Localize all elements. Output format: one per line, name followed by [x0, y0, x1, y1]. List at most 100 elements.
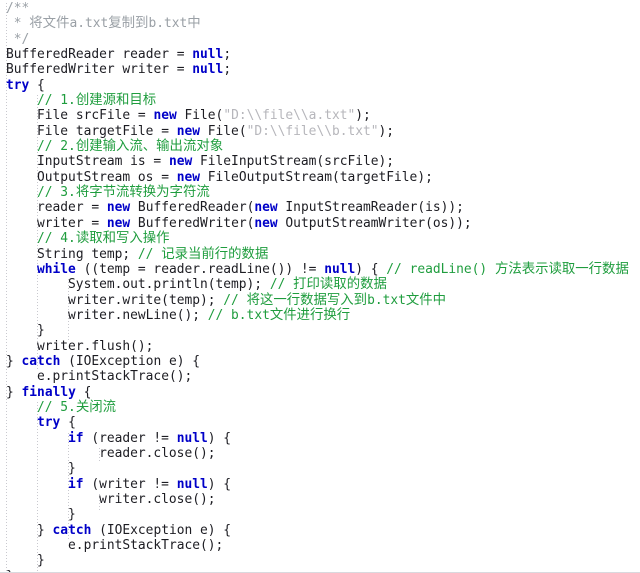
code-token-plain: {	[29, 77, 45, 93]
code-token-plain: ) {	[355, 261, 387, 277]
code-token-cmt: 关闭流	[75, 399, 116, 415]
code-line[interactable]: }	[0, 507, 640, 522]
code-line[interactable]: writer.newLine(); // b.txt文件进行换行	[0, 308, 640, 323]
code-token-cmt: // readLine()	[386, 261, 495, 277]
code-viewer[interactable]: /** * 将文件a.txt复制到b.txt中 */BufferedReader…	[0, 0, 640, 573]
code-token-plain: OutputStreamWriter(os));	[277, 215, 472, 231]
code-line[interactable]: /**	[0, 1, 640, 16]
code-token-plain: }	[68, 507, 76, 523]
code-line[interactable]: System.out.println(temp); // 打印读取的数据	[0, 277, 640, 292]
code-token-cmt: 打印读取的数据	[293, 277, 387, 293]
code-token-plain: }	[6, 384, 22, 400]
code-line[interactable]: } catch (IOException e) {	[0, 523, 640, 538]
code-token-plain: }	[37, 522, 53, 538]
code-token-cmt: //	[223, 292, 247, 308]
code-line[interactable]: * 将文件a.txt复制到b.txt中	[0, 16, 640, 31]
code-token-plain: }	[68, 461, 76, 477]
code-token-plain: (writer !=	[83, 476, 177, 492]
code-line[interactable]: if (reader != null) {	[0, 431, 640, 446]
code-token-plain: ) {	[207, 430, 232, 446]
code-token-plain: InputStream is =	[37, 154, 169, 170]
code-token-plain: ;	[223, 62, 232, 78]
code-token-plain: }	[37, 323, 45, 339]
code-token-cmt: // 1.	[37, 93, 76, 109]
code-token-cmt: // 3.	[37, 185, 76, 201]
code-line[interactable]: }	[0, 553, 640, 568]
code-line[interactable]: writer = new BufferedWriter(new OutputSt…	[0, 216, 640, 231]
code-token-kw: null	[192, 47, 224, 63]
code-line[interactable]: String temp; // 记录当前行的数据	[0, 247, 640, 262]
code-line[interactable]: // 4.读取和写入操作	[0, 231, 640, 246]
code-line[interactable]: File targetFile = new File("D:\\file\\b.…	[0, 124, 640, 139]
code-token-plain: ) {	[207, 476, 232, 492]
code-token-plain: ((temp = reader.readLine()) !=	[75, 261, 325, 277]
code-token-cmt: 记录当前行的数据	[161, 246, 269, 262]
code-token-plain: System.out.println(temp);	[68, 277, 270, 293]
code-token-kw: null	[176, 476, 208, 492]
code-line[interactable]: File srcFile = new File("D:\\file\\a.txt…	[0, 108, 640, 123]
code-line[interactable]: } catch (IOException e) {	[0, 354, 640, 369]
code-token-kw: new	[254, 200, 278, 216]
code-token-plain: InputStreamReader(is));	[277, 200, 464, 216]
code-token-kw: new	[168, 154, 193, 170]
code-token-kw: null	[192, 62, 224, 78]
code-line-list[interactable]: /** * 将文件a.txt复制到b.txt中 */BufferedReader…	[0, 0, 640, 572]
code-line[interactable]: writer.close();	[0, 492, 640, 507]
code-line[interactable]: writer.write(temp); // 将这一行数据写入到b.txt文件中	[0, 293, 640, 308]
code-line[interactable]: try {	[0, 78, 640, 93]
code-token-plain: (IOException e) {	[91, 522, 232, 538]
code-line[interactable]: InputStream is = new FileInputStream(src…	[0, 154, 640, 169]
code-line[interactable]: BufferedWriter writer = null;	[0, 62, 640, 77]
code-token-cmt: 创建输入流、输出流对象	[75, 139, 224, 155]
code-token-cmt-doc: */	[6, 31, 30, 47]
code-token-cmt: 将字节流转换为字符流	[75, 185, 210, 201]
code-line[interactable]: e.printStackTrace();	[0, 538, 640, 553]
code-token-cmt: 文件进行换行	[269, 307, 351, 323]
code-token-cmt-doc: 复制到	[108, 16, 149, 32]
code-line[interactable]: // 5.关闭流	[0, 400, 640, 415]
code-token-plain: FileOutputStream(targetFile);	[200, 169, 433, 185]
code-token-kw: new	[176, 169, 201, 185]
code-token-kw: try	[6, 77, 30, 93]
code-line[interactable]: e.printStackTrace();	[0, 369, 640, 384]
code-line[interactable]: reader.close();	[0, 446, 640, 461]
code-token-kw: null	[324, 261, 356, 277]
code-token-plain: {	[60, 415, 76, 431]
code-token-plain: }	[37, 553, 45, 569]
code-line[interactable]: BufferedReader reader = null;	[0, 47, 640, 62]
code-token-kw: catch	[52, 522, 92, 538]
code-token-cmt: // 5.	[37, 399, 76, 415]
code-line[interactable]: }	[0, 569, 640, 572]
code-token-plain: BufferedWriter writer =	[6, 62, 193, 78]
code-token-plain: writer.newLine();	[68, 307, 208, 323]
code-token-cmt-doc: 中	[187, 16, 201, 32]
code-token-plain: BufferedWriter(	[130, 215, 255, 231]
code-line[interactable]: // 2.创建输入流、输出流对象	[0, 139, 640, 154]
code-line[interactable]: } finally {	[0, 385, 640, 400]
code-token-plain: writer.write(temp);	[68, 292, 224, 308]
code-token-plain: FileInputStream(srcFile);	[192, 154, 395, 170]
code-token-plain: {	[75, 384, 92, 400]
code-line[interactable]: OutputStream os = new FileOutputStream(t…	[0, 170, 640, 185]
code-line[interactable]: writer.flush();	[0, 339, 640, 354]
code-token-plain: File(	[176, 108, 224, 124]
code-line[interactable]: // 1.创建源和目标	[0, 93, 640, 108]
code-token-plain: e.printStackTrace();	[68, 538, 224, 554]
code-line[interactable]: if (writer != null) {	[0, 477, 640, 492]
code-line[interactable]: // 3.将字节流转换为字符流	[0, 185, 640, 200]
code-token-kw: if	[68, 476, 84, 492]
code-line[interactable]: }	[0, 323, 640, 338]
code-token-cmt: 方法表示读取一行数据	[494, 261, 629, 277]
code-token-plain: writer.close();	[99, 492, 216, 507]
code-line[interactable]: try {	[0, 415, 640, 430]
code-line[interactable]: */	[0, 32, 640, 47]
code-token-plain: File(	[200, 123, 247, 139]
code-token-plain: (IOException e) {	[60, 353, 201, 369]
code-token-plain: writer.flush();	[37, 338, 154, 354]
code-token-plain: }	[6, 569, 14, 572]
code-line[interactable]: while ((temp = reader.readLine()) != nul…	[0, 262, 640, 277]
code-line[interactable]: reader = new BufferedReader(new InputStr…	[0, 200, 640, 215]
code-token-kw: new	[106, 215, 131, 231]
code-line[interactable]: }	[0, 461, 640, 476]
code-token-cmt: 将这一行数据写入到	[246, 292, 368, 308]
